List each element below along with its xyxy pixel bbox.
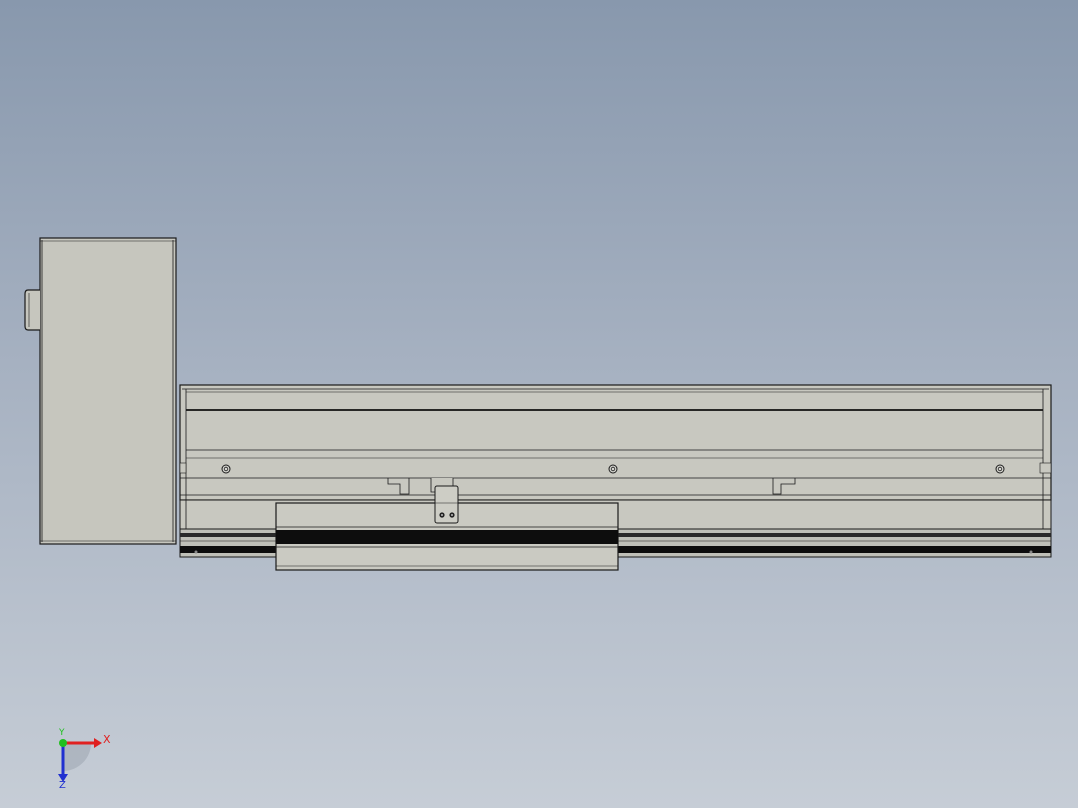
cad-model-view[interactable] <box>0 0 1078 808</box>
z-axis-label: Z <box>59 780 66 791</box>
screw-right <box>995 464 1005 474</box>
x-axis-label: X <box>103 733 111 746</box>
screw-middle <box>608 464 618 474</box>
graphics-viewport[interactable]: X Y Z <box>0 0 1078 808</box>
screw-left <box>221 464 231 474</box>
y-axis-dot <box>59 739 67 747</box>
x-axis-arrow <box>94 738 102 748</box>
y-axis-label: Y <box>59 728 65 738</box>
coordinate-triad <box>58 738 102 782</box>
motor-housing[interactable] <box>24 237 177 545</box>
